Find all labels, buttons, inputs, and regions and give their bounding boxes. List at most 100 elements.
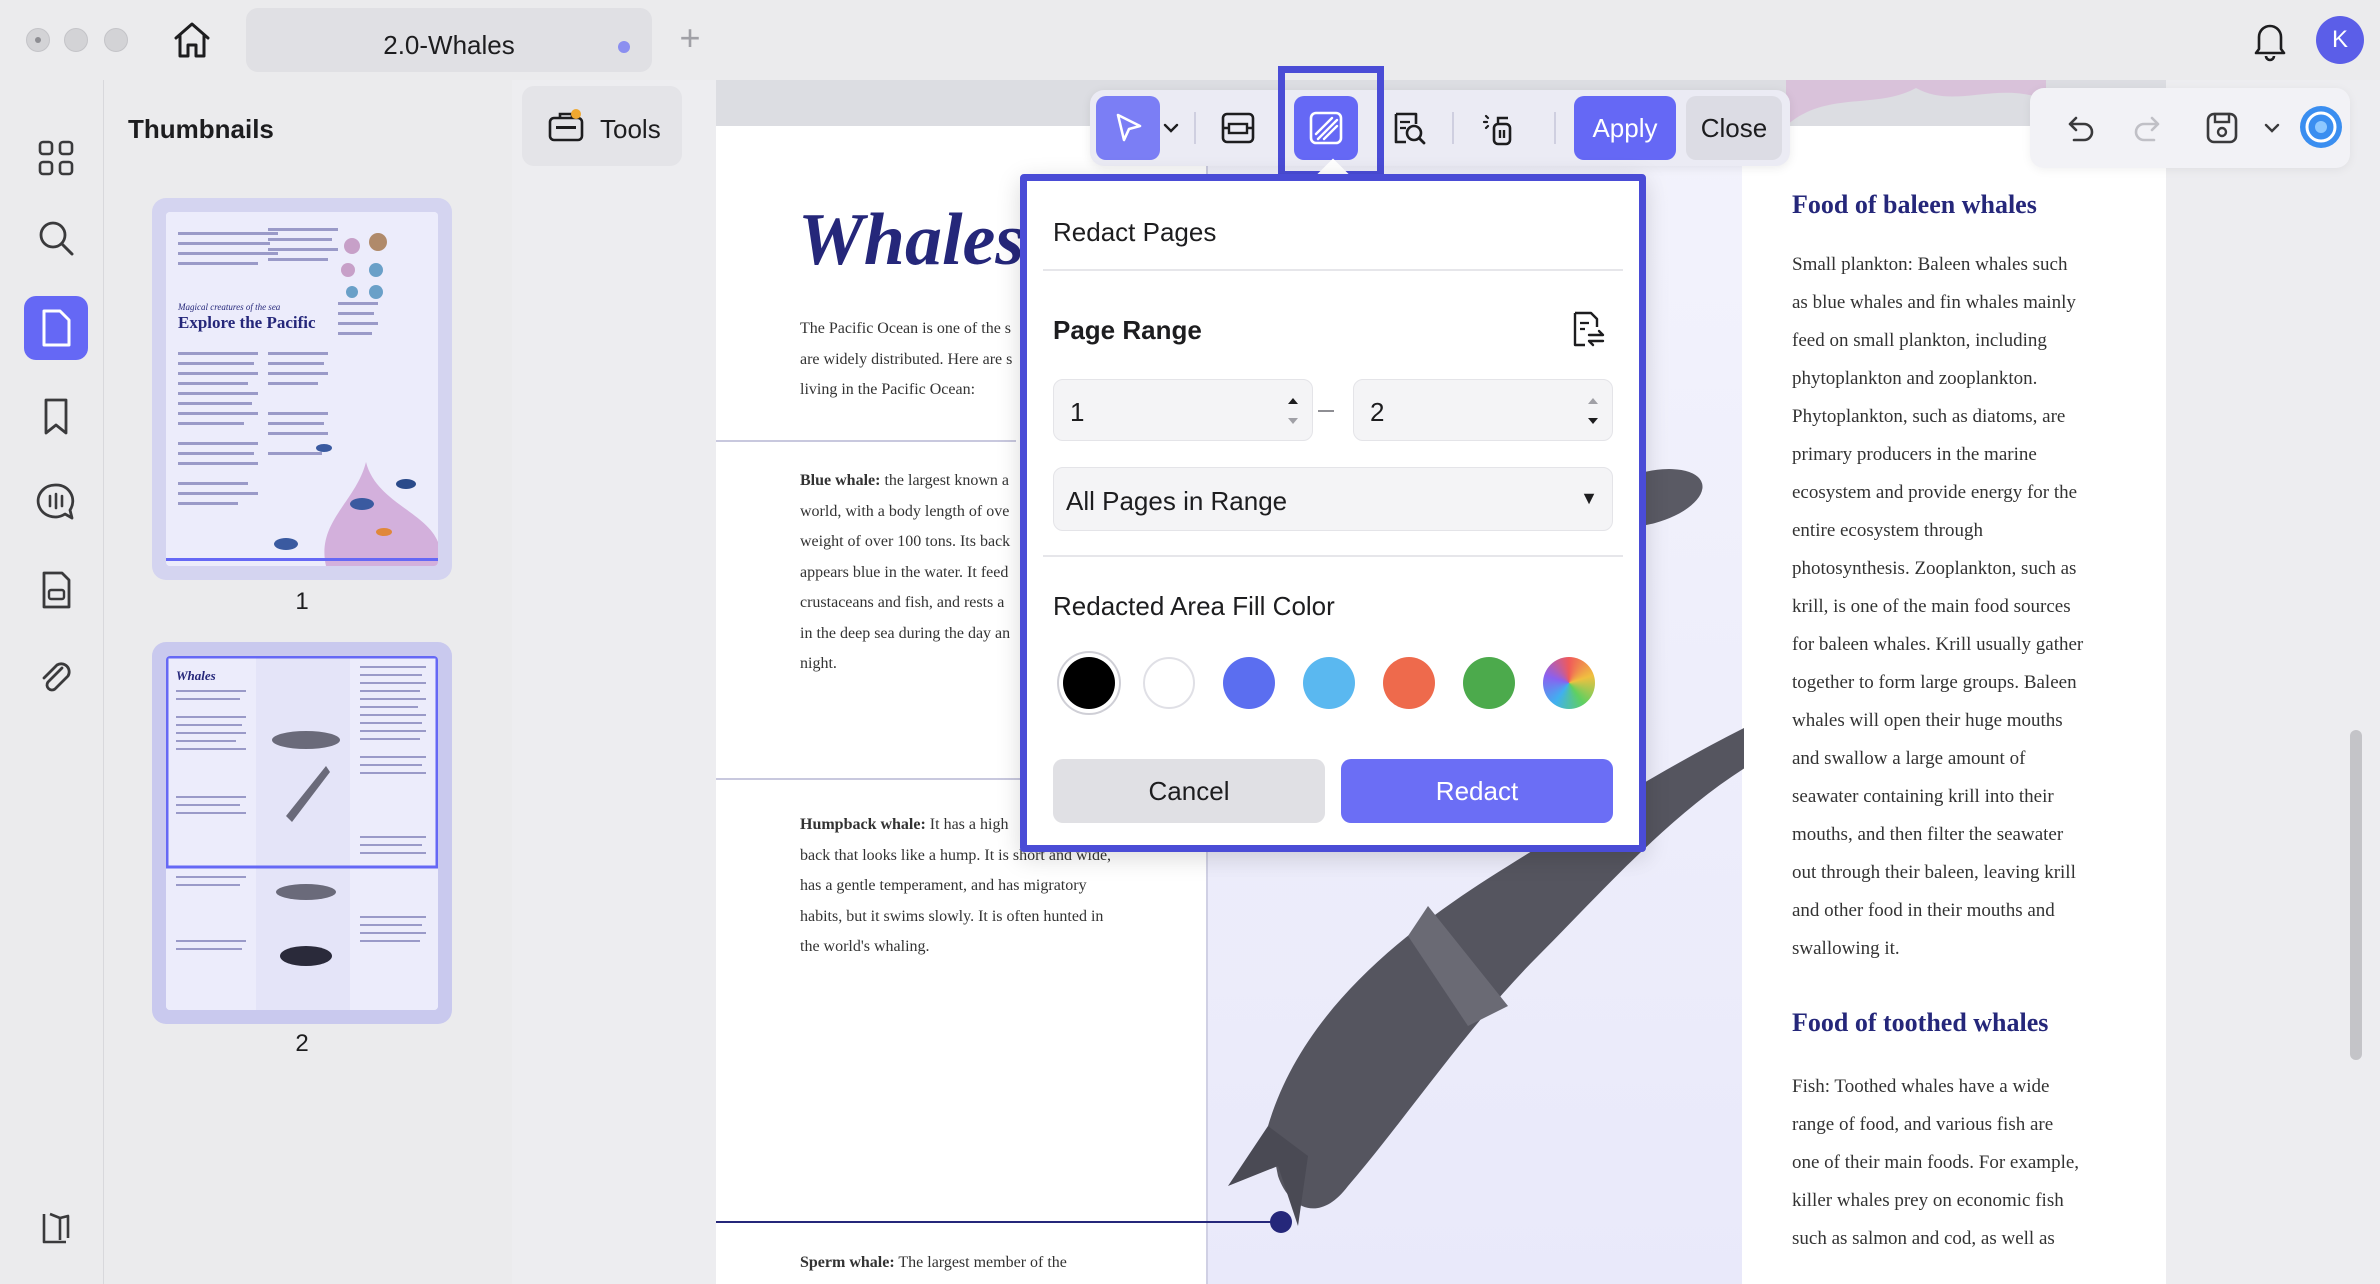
- color-swatch-custom[interactable]: [1543, 657, 1595, 709]
- timeline-dot: [1270, 1211, 1292, 1233]
- undo-icon[interactable]: [2060, 110, 2096, 146]
- grid-view-icon[interactable]: [24, 126, 88, 190]
- select-tool-button[interactable]: [1096, 96, 1160, 160]
- text-line: Phytoplankton, such as diatoms, are: [1792, 406, 2066, 427]
- thumbnails-title: Thumbnails: [128, 114, 274, 144]
- sidebar-toggle-icon[interactable]: [24, 1196, 88, 1260]
- text-line: seawater containing krill into their: [1792, 786, 2054, 807]
- sanitize-document-button[interactable]: [1468, 96, 1532, 160]
- sanitize-spray-icon: [1482, 114, 1512, 146]
- page-number-1: 1: [295, 588, 309, 615]
- toolbar-separator: [1452, 112, 1454, 144]
- save-icon[interactable]: [2202, 108, 2242, 148]
- search-document-icon: [1394, 112, 1426, 145]
- text-line: together to form large groups. Baleen: [1792, 672, 2077, 693]
- popover-title: Redact Pages: [1053, 217, 1217, 247]
- user-avatar[interactable]: K: [2316, 16, 2364, 64]
- toolbox-icon: [548, 109, 584, 142]
- text-line: and other food in their mouths and: [1792, 900, 2055, 921]
- range-separator: [1318, 410, 1334, 412]
- dropdown-arrow-icon: ▼: [1580, 488, 1598, 508]
- notification-bell-icon[interactable]: [2250, 18, 2290, 62]
- thumbnail-1-subtitle: Magical creatures of the sea: [177, 302, 281, 312]
- mark-for-redaction-button[interactable]: [1206, 96, 1270, 160]
- page-thumbnail-2[interactable]: Whales: [152, 642, 452, 1024]
- search-redact-button[interactable]: [1376, 96, 1440, 160]
- text-line: habits, but it swims slowly. It is often…: [800, 907, 1104, 925]
- ai-assistant-icon[interactable]: [2298, 104, 2344, 150]
- text-line: feed on small plankton, including: [1792, 330, 2047, 351]
- bookmark-icon[interactable]: [24, 384, 88, 448]
- swap-page-range-icon[interactable]: [1567, 309, 1607, 349]
- apply-button[interactable]: Apply: [1574, 96, 1676, 160]
- text-line: Fish: Toothed whales have a wide: [1792, 1076, 2050, 1097]
- text-line: has a gentle temperament, and has migrat…: [800, 877, 1087, 894]
- text-line: one of their main foods. For example,: [1792, 1152, 2080, 1173]
- tab-title: 2.0-Whales: [383, 30, 515, 60]
- window-close-button[interactable]: [26, 28, 50, 52]
- document-tab[interactable]: 2.0-Whales: [246, 8, 652, 72]
- close-button[interactable]: Close: [1686, 96, 1782, 160]
- page-thumbnail-1[interactable]: Magical creatures of the sea Explore the…: [152, 198, 452, 580]
- cancel-button[interactable]: Cancel: [1053, 759, 1325, 823]
- color-swatch-black[interactable]: [1063, 657, 1115, 709]
- redo-icon[interactable]: [2132, 110, 2168, 146]
- text-line: range of food, and various fish are: [1792, 1114, 2054, 1135]
- text-line: mouths, and then filter the seawater: [1792, 824, 2064, 845]
- text-line: krill, is one of the main food sources: [1792, 596, 2071, 617]
- document-title: Whales: [798, 199, 1025, 281]
- text-line: ecosystem and provide energy for the: [1792, 482, 2078, 503]
- range-from-input[interactable]: 1: [1053, 379, 1313, 441]
- text-line: the world's whaling.: [800, 938, 930, 955]
- text-line: primary producers in the marine: [1792, 444, 2037, 465]
- text-line: photosynthesis. Zooplankton, such as: [1792, 558, 2077, 579]
- range-from-stepper[interactable]: [1286, 392, 1300, 430]
- baleen-heading: Food of baleen whales: [1792, 190, 2037, 219]
- page-subset-select[interactable]: All Pages in Range ▼: [1053, 467, 1613, 531]
- sperm-whale-term: Sperm whale:: [800, 1254, 895, 1271]
- page-subset-value: All Pages in Range: [1066, 486, 1288, 516]
- baleen-paragraph: Small plankton: Baleen whales such as bl…: [1792, 246, 2132, 968]
- page-number-2: 2: [295, 1030, 309, 1057]
- redact-button[interactable]: Redact: [1341, 759, 1613, 823]
- new-tab-button[interactable]: +: [672, 18, 708, 58]
- thumbnail-page-2-preview: Whales: [166, 656, 438, 1010]
- range-to-input[interactable]: 2: [1353, 379, 1613, 441]
- toolbar-separator: [1554, 112, 1556, 144]
- text-line: the largest known a: [880, 472, 1010, 489]
- color-swatch-light-blue[interactable]: [1303, 657, 1355, 709]
- text-line: out through their baleen, leaving krill: [1792, 862, 2076, 883]
- fill-color-label: Redacted Area Fill Color: [1053, 591, 1335, 621]
- text-line: swallowing it.: [1792, 938, 1900, 959]
- chevron-down-icon[interactable]: [2264, 122, 2280, 134]
- history-toolbar: [2030, 88, 2350, 168]
- unsaved-indicator: [618, 41, 630, 53]
- document-info-icon[interactable]: [24, 558, 88, 622]
- range-to-stepper[interactable]: [1586, 392, 1600, 430]
- color-swatch-green[interactable]: [1463, 657, 1515, 709]
- redact-toolbar: Apply Close: [1090, 90, 1790, 166]
- select-tool-dropdown[interactable]: [1156, 96, 1186, 160]
- window-minimize-button[interactable]: [64, 28, 88, 52]
- toothed-paragraph: Fish: Toothed whales have a wide range o…: [1792, 1068, 2132, 1258]
- text-line: as blue whales and fin whales mainly: [1792, 292, 2076, 313]
- attachment-icon[interactable]: [24, 646, 88, 710]
- thumbnail-2-title: Whales: [176, 668, 216, 683]
- text-line: phytoplankton and zooplankton.: [1792, 368, 2038, 389]
- color-swatch-white[interactable]: [1143, 657, 1195, 709]
- divider: [1043, 555, 1623, 557]
- text-line: and swallow a large amount of: [1792, 748, 2026, 769]
- humpback-whale-term: Humpback whale:: [800, 816, 926, 833]
- tools-button[interactable]: Tools: [522, 86, 682, 166]
- color-swatch-blue[interactable]: [1223, 657, 1275, 709]
- color-swatch-orange[interactable]: [1383, 657, 1435, 709]
- home-icon[interactable]: [168, 18, 216, 62]
- vertical-scrollbar[interactable]: [2350, 730, 2362, 1060]
- thumbnails-page-icon[interactable]: [24, 296, 88, 360]
- text-line: killer whales prey on economic fish: [1792, 1190, 2064, 1211]
- comment-icon[interactable]: [24, 470, 88, 534]
- search-icon[interactable]: [24, 206, 88, 270]
- window-zoom-button[interactable]: [104, 28, 128, 52]
- text-line: It has a high: [925, 816, 1009, 833]
- left-rail: [0, 80, 104, 1284]
